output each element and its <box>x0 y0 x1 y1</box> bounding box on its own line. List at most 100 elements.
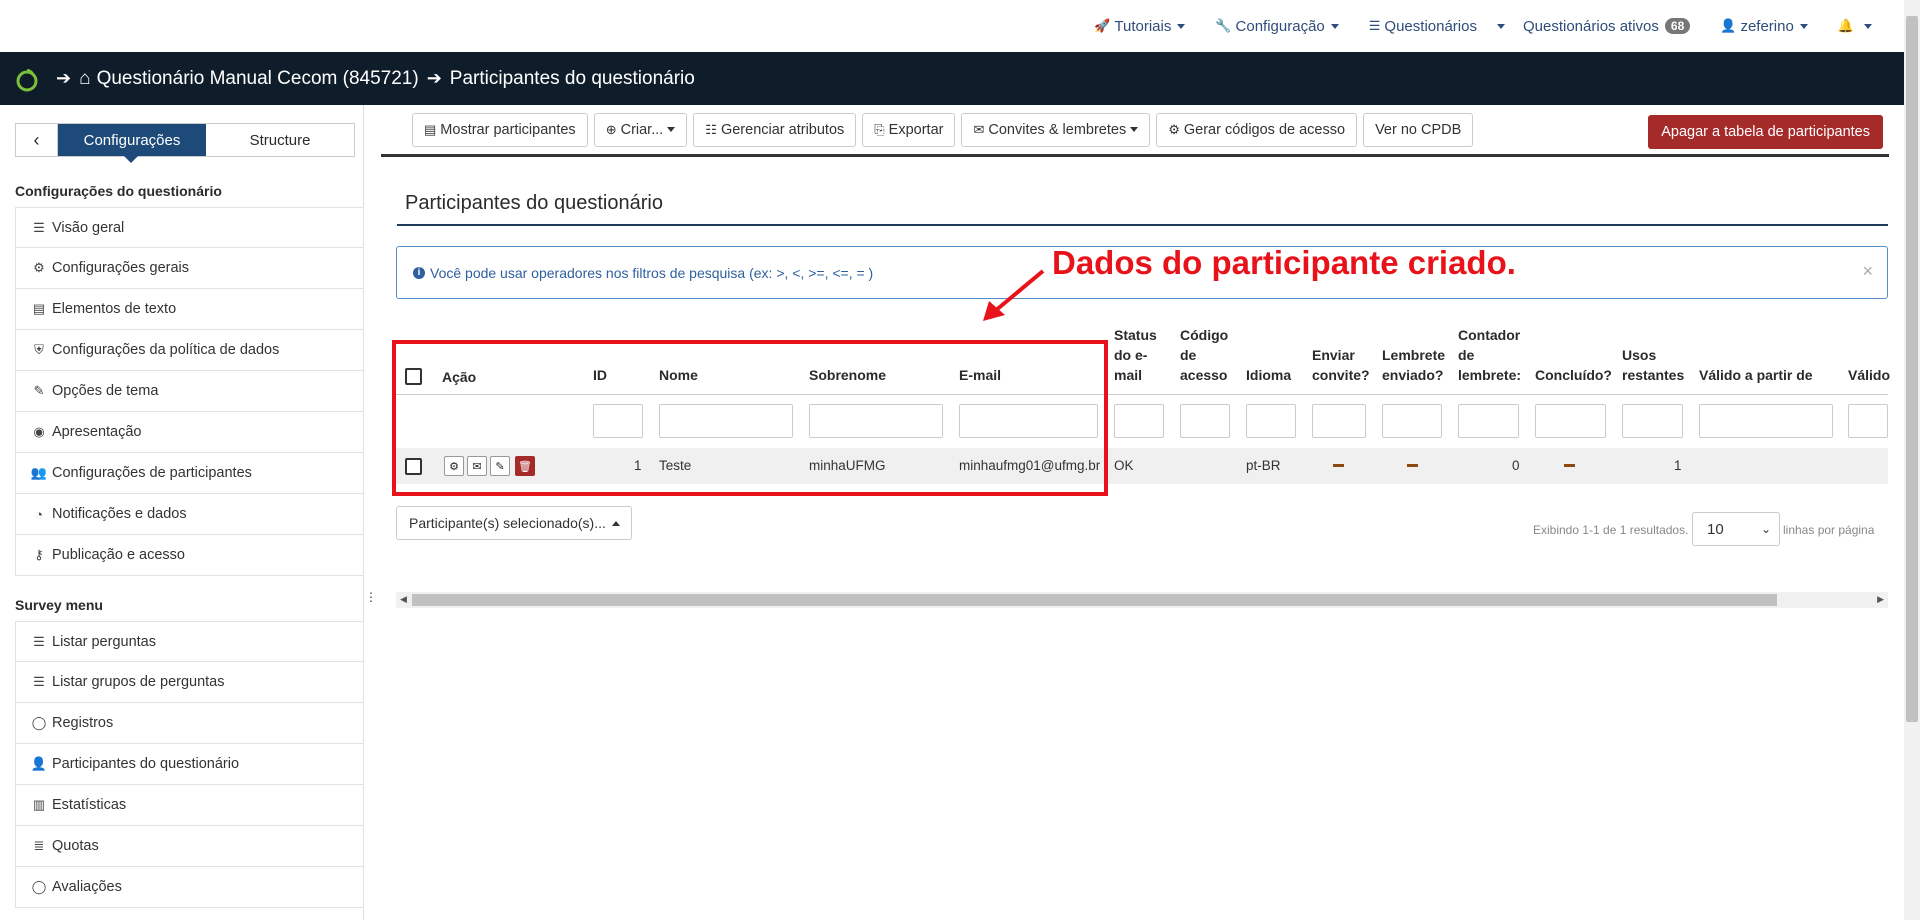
sidebar-resize-handle[interactable]: ⋮ <box>365 590 377 604</box>
column-header-reminder-count[interactable]: Contador de lembrete: <box>1458 325 1521 385</box>
sidebar-item-estatisticas[interactable]: ▥ Estatísticas <box>15 785 364 826</box>
filter-uses-left-input[interactable] <box>1622 404 1683 438</box>
column-header-name[interactable]: Nome <box>659 365 698 385</box>
select-all-checkbox[interactable] <box>405 368 422 385</box>
row-settings-button[interactable]: ⚙ <box>444 456 464 476</box>
home-icon[interactable]: ⌂ <box>79 68 90 90</box>
page-size-select[interactable]: 10 ⌄ <box>1692 512 1780 546</box>
sidebar-item-avaliacoes[interactable]: ◯ Avaliações <box>15 867 364 908</box>
filter-access-code-input[interactable] <box>1180 404 1230 438</box>
column-header-send-invite[interactable]: Enviar convite? <box>1312 345 1370 385</box>
sidebar-item-configuracoes-de-participantes[interactable]: 👥 Configurações de participantes <box>15 453 364 494</box>
filter-send-invite-input[interactable] <box>1312 404 1366 438</box>
scrollbar-thumb[interactable] <box>412 594 1777 606</box>
filter-email-input[interactable] <box>959 404 1098 438</box>
generate-codes-label: Gerar códigos de acesso <box>1183 121 1346 138</box>
row-select-checkbox[interactable] <box>405 458 422 475</box>
sidebar-item-listar-grupos-de-perguntas[interactable]: ☰ Listar grupos de perguntas <box>15 662 364 703</box>
column-header-uses-left[interactable]: Usos restantes <box>1622 345 1684 385</box>
scroll-left-icon[interactable]: ◀ <box>400 594 407 605</box>
view-cpdb-label: Ver no CPDB <box>1375 121 1462 138</box>
column-header-valid-until[interactable]: Válido <box>1848 365 1890 385</box>
scrollbar-thumb[interactable] <box>1906 16 1918 722</box>
sidebar-item-publicacao-e-acesso[interactable]: ⚷ Publicação e acesso <box>15 535 364 576</box>
show-participants-button[interactable]: ▤ Mostrar participantes <box>412 112 588 147</box>
sidebar-item-apresentacao[interactable]: ◉ Apresentação <box>15 412 364 453</box>
filter-language-input[interactable] <box>1246 404 1296 438</box>
vertical-scrollbar[interactable] <box>1904 0 1920 920</box>
filter-name-input[interactable] <box>659 404 793 438</box>
create-button[interactable]: ⊕ Criar... <box>593 112 688 147</box>
column-header-email[interactable]: E-mail <box>959 365 1001 385</box>
sidebar-item-label: Registros <box>52 715 114 731</box>
caret-down-icon <box>1330 23 1339 29</box>
row-edit-button[interactable]: ✎ <box>490 456 510 476</box>
sidebar-item-elementos-de-texto[interactable]: ▤ Elementos de texto <box>15 289 364 330</box>
list-icon: ☰ <box>33 633 45 649</box>
filter-surname-input[interactable] <box>809 404 943 438</box>
horizontal-scrollbar[interactable]: ◀ ▶ <box>396 592 1888 608</box>
column-header-completed[interactable]: Concluído? <box>1535 365 1612 385</box>
nav-tutorials[interactable]: 🚀 Tutoriais <box>1094 18 1186 35</box>
rss-icon: ◔ <box>35 506 43 522</box>
sidebar-item-participantes-do-questionario[interactable]: 👤 Participantes do questionário <box>15 744 364 785</box>
nav-surveys[interactable]: ☰ Questionários <box>1369 18 1477 35</box>
limesurvey-logo-icon[interactable] <box>14 66 40 92</box>
row-send-email-button[interactable]: ✉ <box>467 456 487 476</box>
collapse-sidebar-button[interactable]: ‹ <box>16 124 58 156</box>
invites-reminders-button[interactable]: ✉ Convites & lembretes <box>961 112 1151 147</box>
filter-valid-from-input[interactable] <box>1699 404 1833 438</box>
column-header-id[interactable]: ID <box>593 365 607 385</box>
column-header-valid-from[interactable]: Válido a partir de <box>1699 365 1813 385</box>
column-header-surname[interactable]: Sobrenome <box>809 365 886 385</box>
tab-settings[interactable]: Configurações <box>58 124 206 163</box>
sidebar-item-notificacoes-e-dados[interactable]: ◔ Notificações e dados <box>15 494 364 535</box>
sidebar-item-configuracoes-gerais[interactable]: ⚙ Configurações gerais <box>15 248 364 289</box>
filter-id-input[interactable] <box>593 404 643 438</box>
cell-uses-left: 1 <box>1674 458 1682 473</box>
selected-participants-dropdown[interactable]: Participante(s) selecionado(s)... <box>396 506 632 540</box>
manage-attributes-button[interactable]: ☷ Gerenciar atributos <box>693 112 857 147</box>
delete-participants-table-button[interactable]: Apagar a tabela de participantes <box>1648 115 1883 149</box>
sidebar-item-configuracoes-da-politica-de-dados[interactable]: ⛨ Configurações da política de dados <box>15 330 364 371</box>
sidebar-item-opcoes-de-tema[interactable]: ✎ Opções de tema <box>15 371 364 412</box>
cell-language: pt-BR <box>1246 458 1281 473</box>
column-header-language[interactable]: Idioma <box>1246 365 1291 385</box>
filter-reminder-count-input[interactable] <box>1458 404 1519 438</box>
column-header-email-status[interactable]: Status do e- mail <box>1114 325 1157 385</box>
scroll-right-icon[interactable]: ▶ <box>1877 594 1884 605</box>
sidebar-item-listar-perguntas[interactable]: ☰ Listar perguntas <box>15 621 364 662</box>
wrench-icon: 🔧 <box>1215 18 1232 33</box>
toolbar: ▤ Mostrar participantes ⊕ Criar... ☷ Gerenc… <box>381 105 1889 157</box>
sidebar-item-label: Participantes do questionário <box>52 756 240 772</box>
nav-surveys-dropdown[interactable] <box>1491 23 1505 29</box>
export-button[interactable]: ⎘ Exportar <box>862 112 956 147</box>
filter-email-status-input[interactable] <box>1114 404 1164 438</box>
per-page-label: linhas por página <box>1783 523 1875 537</box>
filter-completed-input[interactable] <box>1535 404 1606 438</box>
sidebar-item-quotas[interactable]: ≣ Quotas <box>15 826 364 867</box>
view-cpdb-button[interactable]: Ver no CPDB <box>1363 112 1474 147</box>
nav-notifications[interactable]: 🔔 <box>1838 18 1872 34</box>
breadcrumb-survey[interactable]: Questionário Manual Cecom (845721) <box>97 68 419 90</box>
column-header-access-code[interactable]: Código de acesso <box>1180 325 1228 385</box>
pencil-icon: ✎ <box>495 460 505 473</box>
row-delete-button[interactable]: 🗑 <box>515 456 535 476</box>
close-icon[interactable]: × <box>1862 261 1873 282</box>
nav-user[interactable]: 👤 zeferino <box>1720 18 1808 35</box>
sidebar-item-registros[interactable]: ◯ Registros <box>15 703 364 744</box>
filter-reminder-sent-input[interactable] <box>1382 404 1442 438</box>
nav-configuration[interactable]: 🔧 Configuração <box>1215 18 1339 35</box>
top-navigation: 🚀 Tutoriais 🔧 Configuração ☰ Questionários … <box>0 0 1904 52</box>
export-icon: ⎘ <box>874 121 885 137</box>
column-header-reminder-sent[interactable]: Lembrete enviado? <box>1382 345 1445 385</box>
results-summary: Exibindo 1-1 de 1 resultados. <box>1533 523 1689 537</box>
generate-codes-button[interactable]: ⚙ Gerar códigos de acesso <box>1156 112 1358 147</box>
caret-down-icon <box>1496 23 1505 29</box>
tab-structure[interactable]: Structure <box>206 124 354 156</box>
filter-valid-until-input[interactable] <box>1848 404 1888 438</box>
show-participants-label: Mostrar participantes <box>440 121 576 138</box>
nav-active-surveys[interactable]: Questionários ativos 68 <box>1523 18 1691 35</box>
caret-down-icon <box>667 127 676 132</box>
sidebar-item-visao-geral[interactable]: ☰ Visão geral <box>15 207 364 248</box>
